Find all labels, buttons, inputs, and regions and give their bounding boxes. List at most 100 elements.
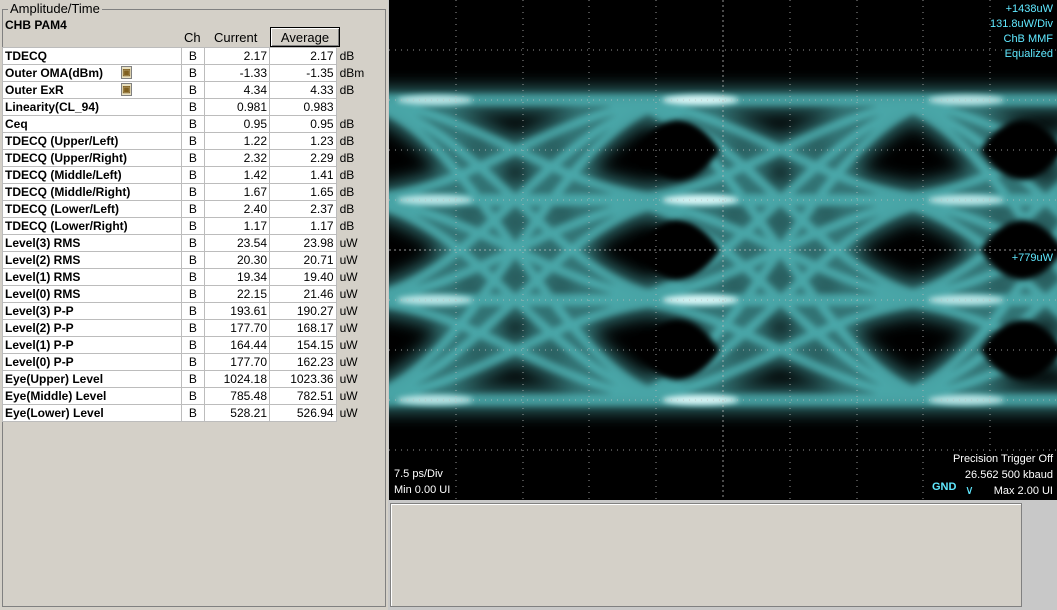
table-row[interactable]: Linearity(CL_94) B 0.981 0.983	[2, 98, 372, 116]
lock-icon[interactable]: ▣	[121, 83, 132, 96]
measurement-average: 0.983	[269, 98, 337, 116]
measurement-current: 177.70	[204, 319, 270, 337]
measurement-channel-text: B	[188, 303, 197, 318]
measurement-channel-text: B	[188, 269, 197, 284]
measurement-average: 20.71	[269, 251, 337, 269]
measurement-unit-text: dB	[339, 116, 355, 131]
lock-icon[interactable]: ▣	[121, 66, 132, 79]
measurement-name: TDECQ (Lower/Left)	[2, 200, 182, 218]
measurement-channel-text: B	[188, 252, 197, 267]
measurement-current-text: 0.95	[243, 116, 267, 131]
measurement-average-text: 0.95	[310, 116, 334, 131]
measurement-name: Outer ExR ▣	[2, 81, 182, 99]
measurement-unit: uW	[336, 268, 372, 286]
measurement-average: 19.40	[269, 268, 337, 286]
measurement-unit-text: uW	[339, 269, 358, 284]
measurement-name: Linearity(CL_94)	[2, 98, 182, 116]
measurement-current: 164.44	[204, 336, 270, 354]
measurement-channel: B	[180, 132, 206, 150]
precision-trigger: Precision Trigger Off	[952, 453, 1053, 465]
measurement-current-text: 2.17	[243, 48, 267, 63]
panel-title: Amplitude/Time	[8, 1, 102, 16]
measurement-average-text: 162.23	[296, 354, 334, 369]
table-row[interactable]: TDECQ (Upper/Right) B 2.32 2.29 dB	[2, 149, 372, 167]
measurement-current-text: 23.54	[236, 235, 267, 250]
measurement-current: 193.61	[204, 302, 270, 320]
measurement-average-text: 526.94	[296, 405, 334, 420]
measurement-name: TDECQ (Upper/Right)	[2, 149, 182, 167]
measurement-current: 20.30	[204, 251, 270, 269]
measurement-current: 1.22	[204, 132, 270, 150]
measurement-name: Eye(Upper) Level	[2, 370, 182, 388]
table-row[interactable]: Level(2) P-P B 177.70 168.17 uW	[2, 319, 372, 337]
table-row[interactable]: TDECQ (Lower/Left) B 2.40 2.37 dB	[2, 200, 372, 218]
table-row[interactable]: Level(1) P-P B 164.44 154.15 uW	[2, 336, 372, 354]
measurement-unit: uW	[336, 251, 372, 269]
measurement-current: 1.67	[204, 183, 270, 201]
measurement-average-text: 190.27	[296, 303, 334, 318]
table-row[interactable]: TDECQ (Lower/Right) B 1.17 1.17 dB	[2, 217, 372, 235]
measurement-name: TDECQ (Upper/Left)	[2, 132, 182, 150]
measurement-unit-text: dBm	[339, 65, 365, 80]
measurement-average-text: 4.33	[310, 82, 334, 97]
measurement-unit-text: uW	[339, 235, 358, 250]
measurement-channel: B	[180, 336, 206, 354]
table-row[interactable]: Outer ExR ▣ B 4.34 4.33 dB	[2, 81, 372, 99]
measurement-average-text: 168.17	[296, 320, 334, 335]
table-row[interactable]: Level(0) P-P B 177.70 162.23 uW	[2, 353, 372, 371]
measurement-average-text: -1.35	[306, 65, 334, 80]
scale-per-div-readout: 131.8uW/Div	[990, 18, 1053, 30]
table-row[interactable]: Eye(Upper) Level B 1024.18 1023.36 uW	[2, 370, 372, 388]
measurement-current-text: 20.30	[236, 252, 267, 267]
measurement-average-text: 2.29	[310, 150, 334, 165]
table-row[interactable]: TDECQ (Upper/Left) B 1.22 1.23 dB	[2, 132, 372, 150]
measurement-unit-text: uW	[339, 337, 358, 352]
measurement-unit: dB	[336, 200, 372, 218]
measurement-channel: B	[180, 115, 206, 133]
measurement-current: 1.17	[204, 217, 270, 235]
measurement-average: 2.17	[269, 47, 337, 65]
measurement-name-text: Level(2) P-P	[5, 320, 74, 335]
table-row[interactable]: TDECQ (Middle/Left) B 1.42 1.41 dB	[2, 166, 372, 184]
measurement-channel: B	[180, 234, 206, 252]
measurement-unit-text: uW	[339, 252, 358, 267]
average-button[interactable]: Average	[270, 27, 340, 47]
measurement-channel-text: B	[188, 65, 197, 80]
measurement-channel-text: B	[188, 48, 197, 63]
measurement-unit: dBm	[336, 64, 372, 82]
measurement-unit: dB	[336, 47, 372, 65]
measurement-average-text: 782.51	[296, 388, 334, 403]
table-row[interactable]: Eye(Lower) Level B 528.21 526.94 uW	[2, 404, 372, 422]
table-row[interactable]: Outer OMA(dBm) ▣ B -1.33 -1.35 dBm	[2, 64, 372, 82]
measurement-channel: B	[180, 166, 206, 184]
table-row[interactable]: Ceq B 0.95 0.95 dB	[2, 115, 372, 133]
eye-diagram-display[interactable]: +1438uW 131.8uW/Div ChB MMF Equalized +7…	[389, 0, 1057, 500]
measurement-channel: B	[180, 47, 206, 65]
measurement-current-text: 0.981	[236, 99, 267, 114]
measurement-current-text: 1.67	[243, 184, 267, 199]
measurement-average-text: 1023.36	[290, 371, 334, 386]
measurement-average-text: 154.15	[296, 337, 334, 352]
amplitude-time-panel: Amplitude/Time CHB PAM4 Ch Current Avera…	[0, 0, 388, 610]
measurement-average: 1.41	[269, 166, 337, 184]
table-row[interactable]: Level(3) P-P B 193.61 190.27 uW	[2, 302, 372, 320]
measurement-unit: dB	[336, 149, 372, 167]
measurement-average: -1.35	[269, 64, 337, 82]
measurement-unit: uW	[336, 302, 372, 320]
measurement-unit-text: dB	[339, 167, 355, 182]
measurement-current-text: 1.42	[243, 167, 267, 182]
measurement-unit: dB	[336, 132, 372, 150]
measurement-unit: dB	[336, 81, 372, 99]
table-row[interactable]: Level(2) RMS B 20.30 20.71 uW	[2, 251, 372, 269]
table-row[interactable]: Level(1) RMS B 19.34 19.40 uW	[2, 268, 372, 286]
measurement-unit: uW	[336, 404, 372, 422]
table-row[interactable]: TDECQ B 2.17 2.17 dB	[2, 47, 372, 65]
min-ui: Min 0.00 UI	[394, 484, 451, 496]
equalized-readout: Equalized	[1004, 48, 1053, 60]
table-row[interactable]: Level(0) RMS B 22.15 21.46 uW	[2, 285, 372, 303]
table-row[interactable]: Level(3) RMS B 23.54 23.98 uW	[2, 234, 372, 252]
table-row[interactable]: TDECQ (Middle/Right) B 1.67 1.65 dB	[2, 183, 372, 201]
measurement-average-text: 2.37	[310, 201, 334, 216]
measurement-channel-text: B	[188, 133, 197, 148]
table-row[interactable]: Eye(Middle) Level B 785.48 782.51 uW	[2, 387, 372, 405]
